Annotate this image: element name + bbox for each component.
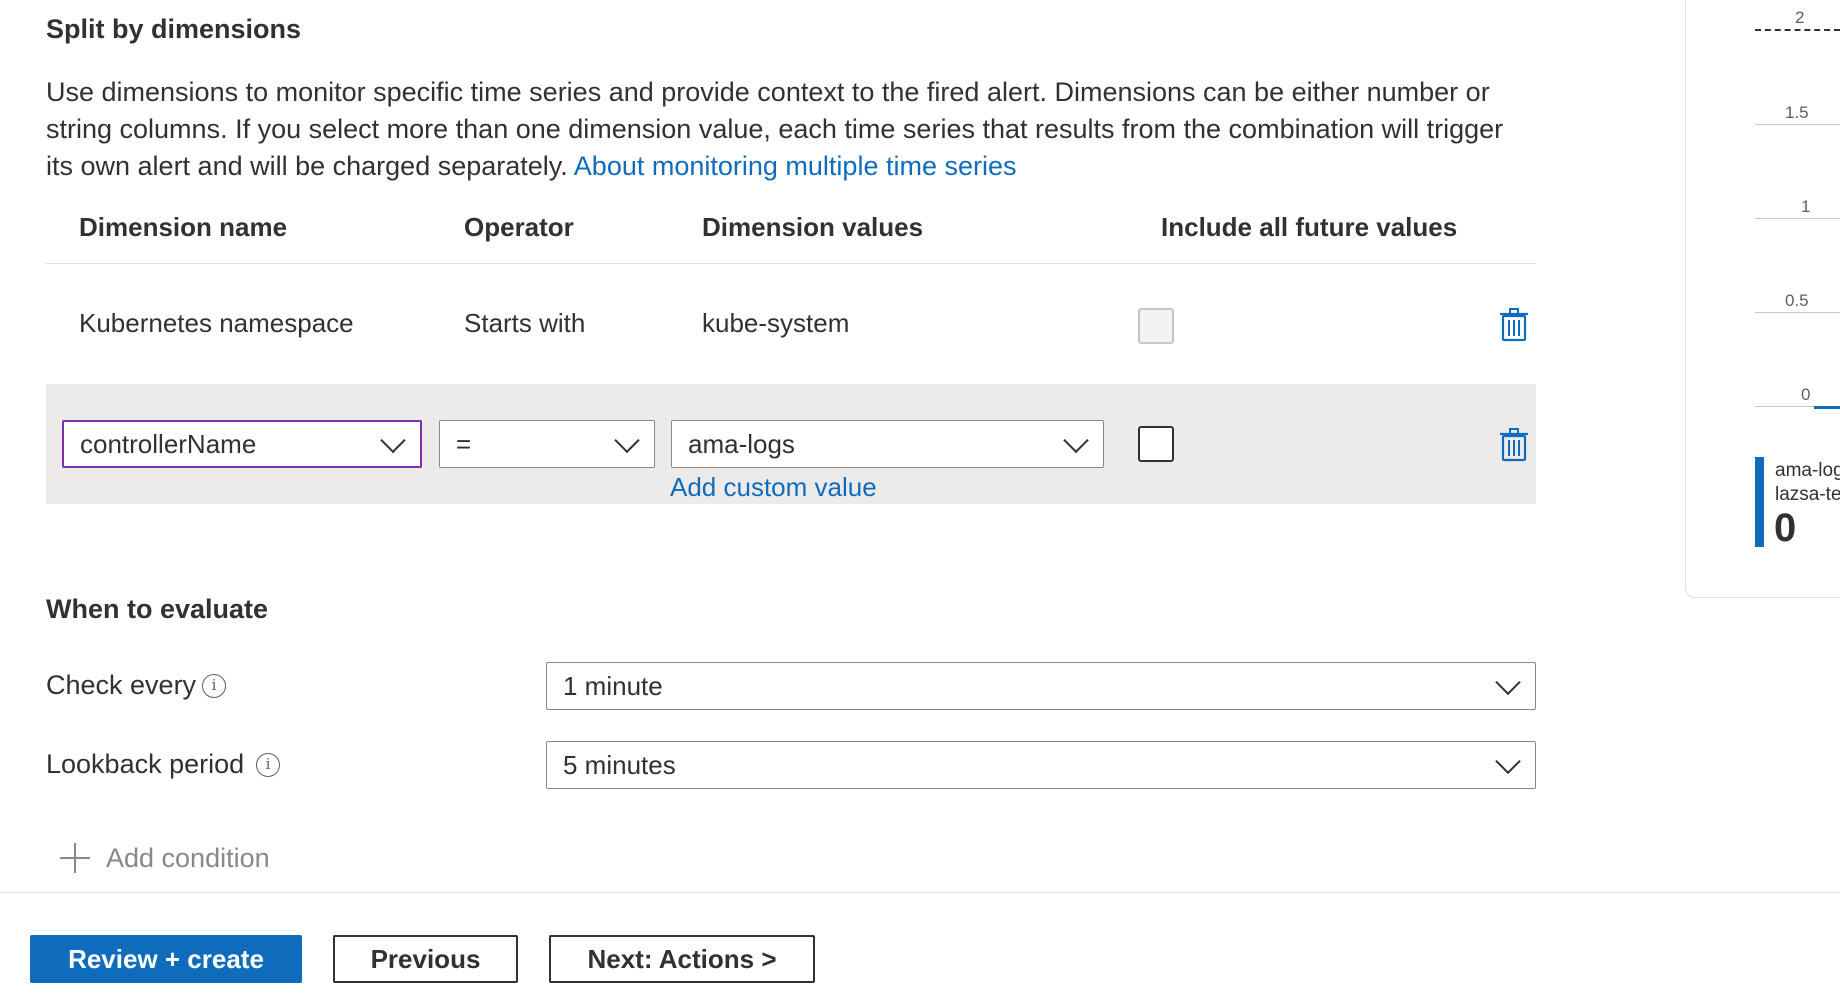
header-dimension-values: Dimension values: [702, 212, 924, 242]
check-every-label: Check every: [46, 670, 197, 700]
dimension-name-value: Kubernetes namespace: [79, 308, 354, 338]
header-dimension-name: Dimension name: [79, 212, 288, 242]
check-every-selected: 1 minute: [563, 670, 663, 701]
add-custom-value-link[interactable]: Add custom value: [670, 472, 877, 503]
chevron-down-icon: [614, 427, 640, 454]
dimension-row-namespace: Kubernetes namespace Starts with kube-sy…: [46, 264, 1536, 384]
chevron-down-icon: [1495, 669, 1521, 696]
chevron-down-icon: [1495, 748, 1521, 775]
operator-value: Starts with: [464, 308, 586, 338]
grid-line: [1755, 312, 1840, 313]
legend-series-subname: lazsa-tec: [1775, 484, 1840, 505]
y-tick-label: 1: [1801, 197, 1811, 216]
legend-color-bar: [1755, 457, 1764, 547]
series-line: [1814, 406, 1840, 409]
lookback-period-selected: 5 minutes: [563, 749, 676, 780]
lookback-period-label: Lookback period: [46, 749, 245, 779]
check-every-dropdown[interactable]: 1 minute: [546, 662, 1536, 710]
info-icon[interactable]: i: [202, 674, 226, 698]
chevron-down-icon: [1063, 427, 1089, 454]
when-to-evaluate-title: When to evaluate: [46, 594, 269, 624]
dimension-row-controller: controllerName = ama-logs Add custom val…: [46, 384, 1536, 504]
operator-selected: =: [456, 428, 472, 459]
grid-line: [1755, 124, 1840, 125]
wizard-footer: Review + create Previous Next: Actions >: [0, 892, 1840, 1004]
split-by-dimensions-title: Split by dimensions: [46, 14, 302, 44]
lookback-period-dropdown[interactable]: 5 minutes: [546, 741, 1536, 789]
legend-series-name[interactable]: ama-log: [1775, 460, 1840, 482]
previous-button[interactable]: Previous: [333, 935, 518, 983]
header-operator: Operator: [464, 212, 574, 242]
alert-rule-condition-page: Split by dimensions Use dimensions to mo…: [0, 0, 1840, 1004]
review-create-button[interactable]: Review + create: [30, 935, 302, 983]
dimension-values-value: kube-system: [702, 308, 850, 338]
y-tick-label: 1.5: [1785, 103, 1809, 122]
dimension-table-header: Dimension name Operator Dimension values…: [46, 200, 1536, 264]
y-tick-label: 2: [1795, 8, 1805, 27]
grid-line: [1755, 218, 1840, 219]
info-icon[interactable]: i: [256, 753, 280, 777]
chevron-down-icon: [380, 427, 406, 454]
dimension-values-dropdown[interactable]: ama-logs: [671, 420, 1104, 468]
include-future-values-checkbox: [1138, 308, 1174, 344]
operator-dropdown[interactable]: =: [439, 420, 655, 468]
include-future-values-checkbox[interactable]: [1138, 426, 1174, 462]
y-tick-label: 0: [1801, 385, 1811, 404]
header-include-future-values: Include all future values: [1161, 212, 1458, 242]
dimension-values-selected: ama-logs: [688, 428, 795, 459]
next-actions-button[interactable]: Next: Actions >: [549, 935, 815, 983]
delete-trash-icon[interactable]: [1499, 428, 1529, 462]
dimension-name-dropdown[interactable]: controllerName: [62, 420, 422, 468]
plus-icon: [60, 843, 90, 873]
split-description: Use dimensions to monitor specific time …: [46, 74, 1526, 185]
dimension-table: Dimension name Operator Dimension values…: [46, 200, 1536, 504]
delete-trash-icon[interactable]: [1499, 308, 1529, 342]
grid-line-threshold: [1755, 29, 1840, 31]
add-condition-label: Add condition: [106, 842, 270, 873]
dimension-name-selected: controllerName: [80, 428, 257, 459]
about-monitoring-link[interactable]: About monitoring multiple time series: [574, 151, 1017, 181]
add-condition-button[interactable]: Add condition: [60, 838, 270, 878]
y-tick-label: 0.5: [1785, 291, 1809, 310]
legend-series-value: 0: [1774, 506, 1797, 550]
